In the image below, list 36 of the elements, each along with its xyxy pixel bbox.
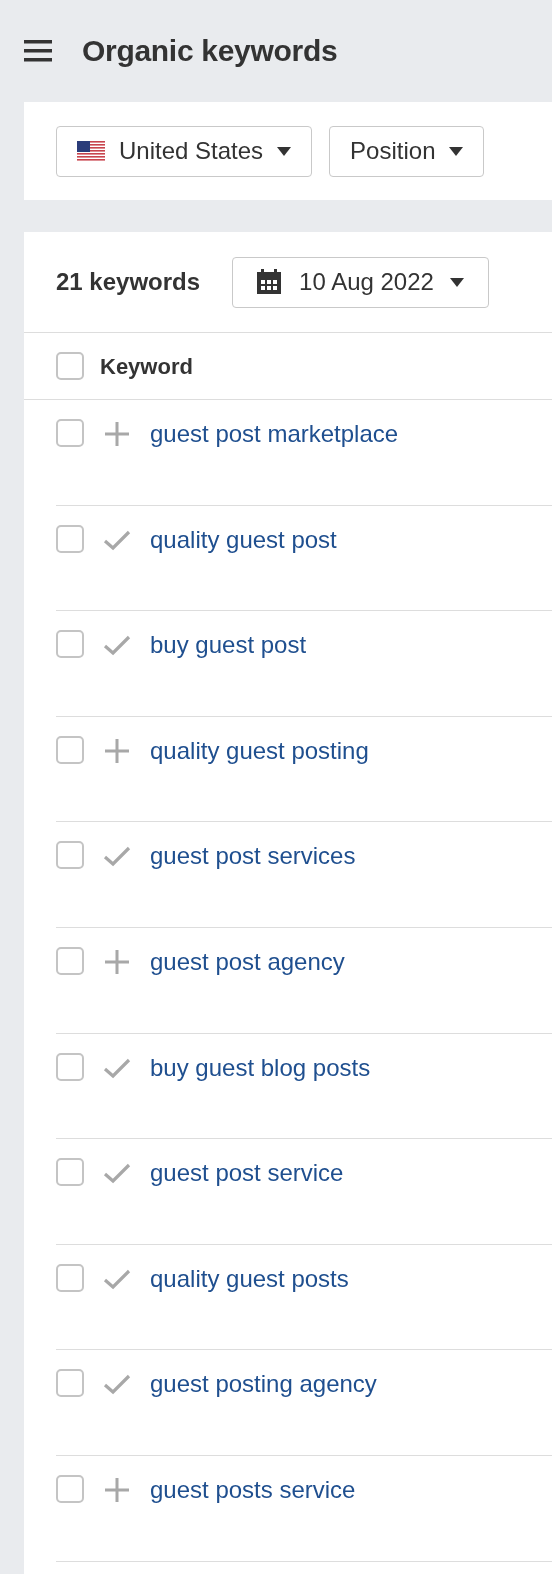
keyword-link[interactable]: guest post marketplace: [150, 419, 399, 449]
keyword-link[interactable]: buy guest post: [150, 630, 307, 661]
keyword-link[interactable]: quality guest post: [150, 524, 337, 555]
select-all-checkbox[interactable]: [56, 352, 84, 380]
keyword-link[interactable]: guest posting agency: [150, 1369, 377, 1400]
menu-icon[interactable]: [24, 39, 52, 63]
row-checkbox[interactable]: [56, 735, 84, 764]
keyword-link[interactable]: guest post service: [150, 1158, 344, 1189]
row-checkbox[interactable]: [56, 946, 84, 975]
row-checkbox[interactable]: [56, 630, 84, 659]
caret-icon: [449, 146, 464, 156]
keyword-link[interactable]: buy guest blog posts: [150, 1052, 371, 1083]
caret-icon: [277, 146, 292, 156]
keyword-link[interactable]: quality guest posting: [150, 735, 369, 766]
keyword-link[interactable]: quality guest posts: [150, 1263, 349, 1294]
row-checkbox[interactable]: [56, 1263, 84, 1292]
keyword-link[interactable]: guest post services: [150, 841, 356, 872]
column-header: Keyword: [100, 352, 193, 381]
row-checkbox[interactable]: [56, 1158, 84, 1187]
keyword-link[interactable]: guest post agency: [150, 946, 345, 977]
plus-icon[interactable]: [102, 419, 132, 449]
keyword-count: 21 keywords: [56, 267, 201, 297]
row-checkbox[interactable]: [56, 1369, 84, 1398]
row-checkbox[interactable]: [56, 419, 84, 447]
keyword-link[interactable]: guest posts service: [150, 1474, 356, 1505]
row-checkbox[interactable]: [56, 1052, 84, 1081]
page-title: Organic keywords: [82, 33, 338, 69]
calendar-icon: [255, 268, 284, 296]
filter-dropdown[interactable]: Position: [329, 125, 485, 177]
filter-dropdown[interactable]: United States: [56, 125, 313, 177]
flag-icon: [77, 141, 105, 161]
row-checkbox[interactable]: [56, 524, 84, 553]
row-checkbox[interactable]: [56, 841, 84, 870]
row-checkbox[interactable]: [56, 1474, 84, 1503]
date-dropdown[interactable]: 10 Aug 2022: [232, 256, 489, 308]
caret-icon: [449, 277, 464, 287]
